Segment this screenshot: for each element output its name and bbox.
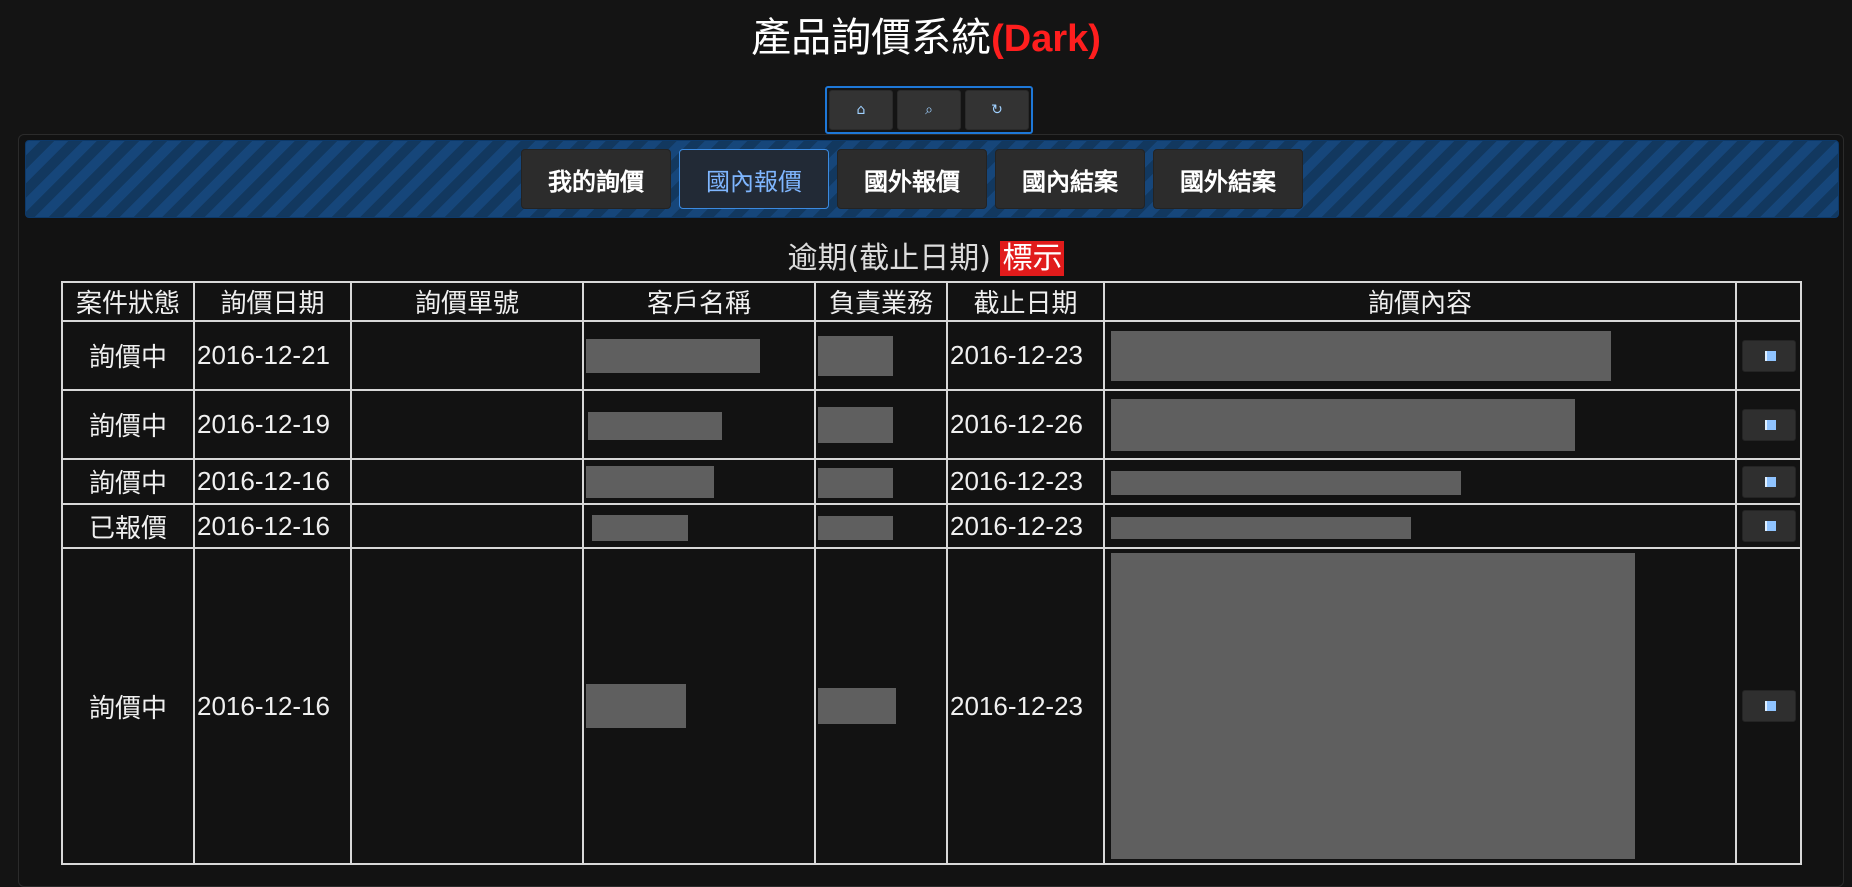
refresh-icon: ↻ <box>991 102 1003 118</box>
customer-cell <box>582 503 816 549</box>
status-cell: 詢價中 <box>61 458 195 505</box>
redaction-block <box>818 467 893 498</box>
status-cell: 詢價中 <box>61 320 195 391</box>
tab-my-inquiries[interactable]: 我的詢價 <box>521 149 671 209</box>
col-header-number: 詢價單號 <box>350 281 584 322</box>
tab-list: 我的詢價 國內報價 國外報價 國內結案 國外結案 <box>521 149 1303 209</box>
action-cell <box>1735 320 1802 391</box>
table-row[interactable]: 詢價中 2016-12-19 2016-12-26 <box>61 389 1802 460</box>
redaction-block <box>588 412 722 441</box>
number-cell <box>350 547 584 865</box>
customer-cell <box>582 458 816 505</box>
row-open-button[interactable] <box>1741 408 1796 441</box>
inquiry-table: 案件狀態 詢價日期 詢價單號 客戶名稱 負責業務 截止日期 詢價內容 詢價中 2… <box>61 281 1802 865</box>
sales-cell <box>814 503 948 549</box>
col-header-customer: 客戶名稱 <box>582 281 816 322</box>
redaction-block <box>592 514 688 541</box>
redaction-block <box>586 338 760 373</box>
inquiry-date-cell: 2016-12-16 <box>193 503 352 549</box>
toolbar: ⌂ ⌕ ↻ <box>825 86 1033 134</box>
number-cell <box>350 503 584 549</box>
tab-foreign-closed[interactable]: 國外結案 <box>1153 149 1303 209</box>
redaction-block <box>818 335 893 376</box>
table-row[interactable]: 詢價中 2016-12-21 2016-12-23 <box>61 320 1802 391</box>
col-header-action <box>1735 281 1802 322</box>
content-cell <box>1103 389 1737 460</box>
deadline-cell: 2016-12-23 <box>946 547 1105 865</box>
col-header-sales: 負責業務 <box>814 281 948 322</box>
page-title: 產品詢價系統(Dark) <box>0 10 1852 67</box>
deadline-cell: 2016-12-23 <box>946 320 1105 391</box>
action-cell <box>1735 547 1802 865</box>
tab-bar: 我的詢價 國內報價 國外報價 國內結案 國外結案 <box>25 140 1839 218</box>
content-cell <box>1103 547 1737 865</box>
redaction-block <box>1111 471 1461 496</box>
home-button[interactable]: ⌂ <box>829 90 893 130</box>
content-cell <box>1103 320 1737 391</box>
customer-cell <box>582 547 816 865</box>
content-cell <box>1103 503 1737 549</box>
number-cell <box>350 389 584 460</box>
redaction-block <box>818 515 893 540</box>
tab-foreign-quotes[interactable]: 國外報價 <box>837 149 987 209</box>
redaction-block <box>586 684 686 728</box>
action-cell <box>1735 458 1802 505</box>
redaction-block <box>1111 553 1635 859</box>
redaction-block <box>1111 398 1575 451</box>
action-cell <box>1735 389 1802 460</box>
refresh-button[interactable]: ↻ <box>965 90 1029 130</box>
tab-domestic-quotes[interactable]: 國內報價 <box>679 149 829 209</box>
deadline-cell: 2016-12-26 <box>946 389 1105 460</box>
page-title-tag: (Dark) <box>991 18 1101 60</box>
action-cell <box>1735 503 1802 549</box>
table-row[interactable]: 已報價 2016-12-16 2016-12-23 <box>61 503 1802 549</box>
deadline-cell: 2016-12-23 <box>946 503 1105 549</box>
overdue-legend-mark: 標示 <box>1000 241 1065 276</box>
number-cell <box>350 320 584 391</box>
tab-domestic-closed[interactable]: 國內結案 <box>995 149 1145 209</box>
row-open-button[interactable] <box>1741 465 1796 498</box>
page-title-main: 產品詢價系統 <box>751 15 992 61</box>
overdue-legend-text: 逾期(截止日期) <box>787 241 991 276</box>
col-header-status: 案件狀態 <box>61 281 195 322</box>
redaction-block <box>586 466 714 499</box>
redaction-block <box>1111 516 1411 539</box>
col-header-content: 詢價內容 <box>1103 281 1737 322</box>
status-cell: 已報價 <box>61 503 195 549</box>
home-icon: ⌂ <box>856 102 866 118</box>
redaction-block <box>818 688 896 724</box>
status-cell: 詢價中 <box>61 389 195 460</box>
redaction-block <box>818 406 893 443</box>
inquiry-date-cell: 2016-12-16 <box>193 458 352 505</box>
content-cell <box>1103 458 1737 505</box>
row-open-button[interactable] <box>1741 510 1796 542</box>
table-row[interactable]: 詢價中 2016-12-16 2016-12-23 <box>61 547 1802 865</box>
redaction-block <box>1111 330 1611 381</box>
inquiry-date-cell: 2016-12-16 <box>193 547 352 865</box>
customer-cell <box>582 389 816 460</box>
search-icon: ⌕ <box>925 102 933 118</box>
inquiry-date-cell: 2016-12-19 <box>193 389 352 460</box>
row-open-button[interactable] <box>1741 339 1796 372</box>
inquiry-date-cell: 2016-12-21 <box>193 320 352 391</box>
sales-cell <box>814 320 948 391</box>
sales-cell <box>814 389 948 460</box>
number-cell <box>350 458 584 505</box>
status-cell: 詢價中 <box>61 547 195 865</box>
sales-cell <box>814 458 948 505</box>
sales-cell <box>814 547 948 865</box>
overdue-legend: 逾期(截止日期) 標示 <box>0 240 1852 278</box>
customer-cell <box>582 320 816 391</box>
col-header-inquiry-date: 詢價日期 <box>193 281 352 322</box>
table-row[interactable]: 詢價中 2016-12-16 2016-12-23 <box>61 458 1802 505</box>
table-header-row: 案件狀態 詢價日期 詢價單號 客戶名稱 負責業務 截止日期 詢價內容 <box>61 281 1802 322</box>
deadline-cell: 2016-12-23 <box>946 458 1105 505</box>
row-open-button[interactable] <box>1741 690 1796 722</box>
col-header-deadline: 截止日期 <box>946 281 1105 322</box>
search-button[interactable]: ⌕ <box>897 90 961 130</box>
